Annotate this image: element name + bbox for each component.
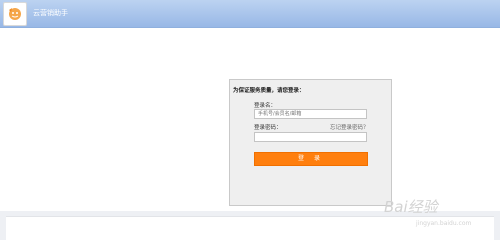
username-label: 登录名： [254,103,277,109]
top-header-bar: 云营销助手 [0,0,500,28]
app-title: 云营销助手 [33,9,68,17]
app-logo-icon[interactable] [3,2,27,26]
forgot-password-link[interactable]: 忘记登录密码？ [330,123,369,131]
password-label: 登录密码： [254,125,282,131]
username-input[interactable] [254,109,367,119]
login-prompt: 为保证服务质量，请您登录： [233,88,305,94]
login-button[interactable]: 登 录 [254,152,368,166]
password-input[interactable] [254,132,367,142]
login-panel [229,79,392,206]
watermark-logo: Bai经验 [384,198,438,216]
watermark-url: jingyan.baidu.com [416,220,472,227]
